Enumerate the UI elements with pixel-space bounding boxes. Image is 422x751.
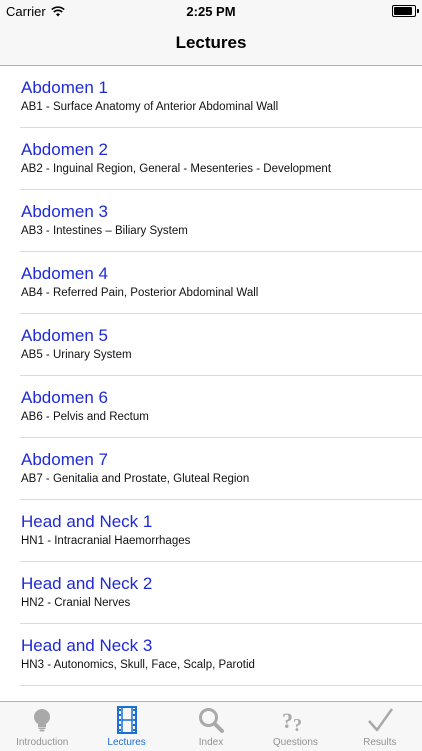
lecture-subtitle: AB2 - Inguinal Region, General - Mesente…: [21, 163, 332, 175]
lecture-row[interactable]: Abdomen 5 AB5 - Urinary System: [20, 314, 422, 376]
film-icon: [113, 706, 141, 734]
lightbulb-icon: [28, 706, 56, 734]
lecture-subtitle: HN3 - Autonomics, Skull, Face, Scalp, Pa…: [21, 659, 255, 671]
lecture-row[interactable]: Abdomen 3 AB3 - Intestines – Biliary Syst…: [20, 190, 422, 252]
page-title: Lectures: [175, 33, 247, 52]
lecture-row[interactable]: Abdomen 2 AB2 - Inguinal Region, General …: [20, 128, 422, 190]
checkmark-icon: [366, 706, 394, 734]
lecture-subtitle: AB5 - Urinary System: [21, 349, 132, 361]
tab-label: Index: [198, 737, 224, 748]
tab-index[interactable]: Index: [169, 702, 253, 751]
tab-results[interactable]: Results: [338, 702, 422, 751]
lecture-row[interactable]: Abdomen 4 AB4 - Referred Pain, Posterior …: [20, 252, 422, 314]
lecture-title: Abdomen 1: [21, 78, 108, 97]
lecture-subtitle: HN1 - Intracranial Haemorrhages: [21, 535, 191, 547]
lecture-subtitle: HN2 - Cranial Nerves: [21, 597, 131, 609]
svg-text:?: ?: [293, 715, 302, 734]
lecture-subtitle: AB6 - Pelvis and Rectum: [21, 411, 149, 423]
lecture-row[interactable]: Abdomen 7 AB7 - Genitalia and Prostate, G…: [20, 438, 422, 500]
tab-questions[interactable]: ?? Questions: [253, 702, 337, 751]
question-marks-icon: ??: [281, 706, 309, 735]
tab-label: Lectures: [107, 737, 146, 748]
lecture-title: Abdomen 2: [21, 140, 108, 159]
lecture-title: Abdomen 4: [21, 264, 108, 283]
tab-label: Results: [363, 737, 397, 748]
magnifier-icon: [197, 706, 225, 734]
tab-lectures[interactable]: Lectures: [84, 702, 168, 751]
lecture-title: Head and Neck 3: [21, 636, 153, 655]
tab-bar: Introduction Lectures Index?? Questions Resu…: [0, 701, 422, 751]
lecture-subtitle: AB4 - Referred Pain, Posterior Abdominal…: [21, 287, 259, 299]
tab-label: Introduction: [16, 737, 69, 748]
lecture-row[interactable]: Head and Neck 4: [20, 686, 422, 700]
lecture-list[interactable]: Abdomen 1 AB1 - Surface Anatomy of Anteri…: [0, 66, 422, 700]
battery-fill: [394, 7, 412, 15]
lecture-title: Head and Neck 4: [21, 698, 152, 700]
battery-icon: [392, 5, 419, 17]
lecture-title: Abdomen 7: [21, 450, 108, 469]
svg-text:?: ?: [282, 708, 293, 733]
lecture-row[interactable]: Head and Neck 3 HN3 - Autonomics, Skull, …: [20, 624, 422, 686]
lecture-subtitle: AB1 - Surface Anatomy of Anterior Abdomi…: [21, 101, 279, 113]
lecture-title: Abdomen 5: [21, 326, 108, 345]
status-time: 2:25 PM: [186, 4, 236, 19]
navigation-bar: Lectures: [0, 22, 422, 66]
lecture-row[interactable]: Abdomen 6 AB6 - Pelvis and Rectum: [20, 376, 422, 438]
lecture-subtitle: AB3 - Intestines – Biliary System: [21, 225, 188, 237]
tab-introduction[interactable]: Introduction: [0, 702, 84, 751]
lecture-title: Abdomen 6: [21, 388, 108, 407]
lecture-subtitle: AB7 - Genitalia and Prostate, Gluteal Re…: [21, 473, 250, 485]
lecture-title: Head and Neck 2: [21, 574, 153, 593]
lecture-title: Abdomen 3: [21, 202, 108, 221]
status-bar: Carrier 2:25 PM: [0, 0, 422, 22]
lecture-row[interactable]: Head and Neck 1 HN1 - Intracranial Haemor…: [20, 500, 422, 562]
lecture-row[interactable]: Abdomen 1 AB1 - Surface Anatomy of Anteri…: [20, 66, 422, 128]
tab-label: Questions: [272, 737, 318, 748]
lecture-row[interactable]: Head and Neck 2 HN2 - Cranial Nerves: [20, 562, 422, 624]
lecture-title: Head and Neck 1: [21, 512, 153, 531]
